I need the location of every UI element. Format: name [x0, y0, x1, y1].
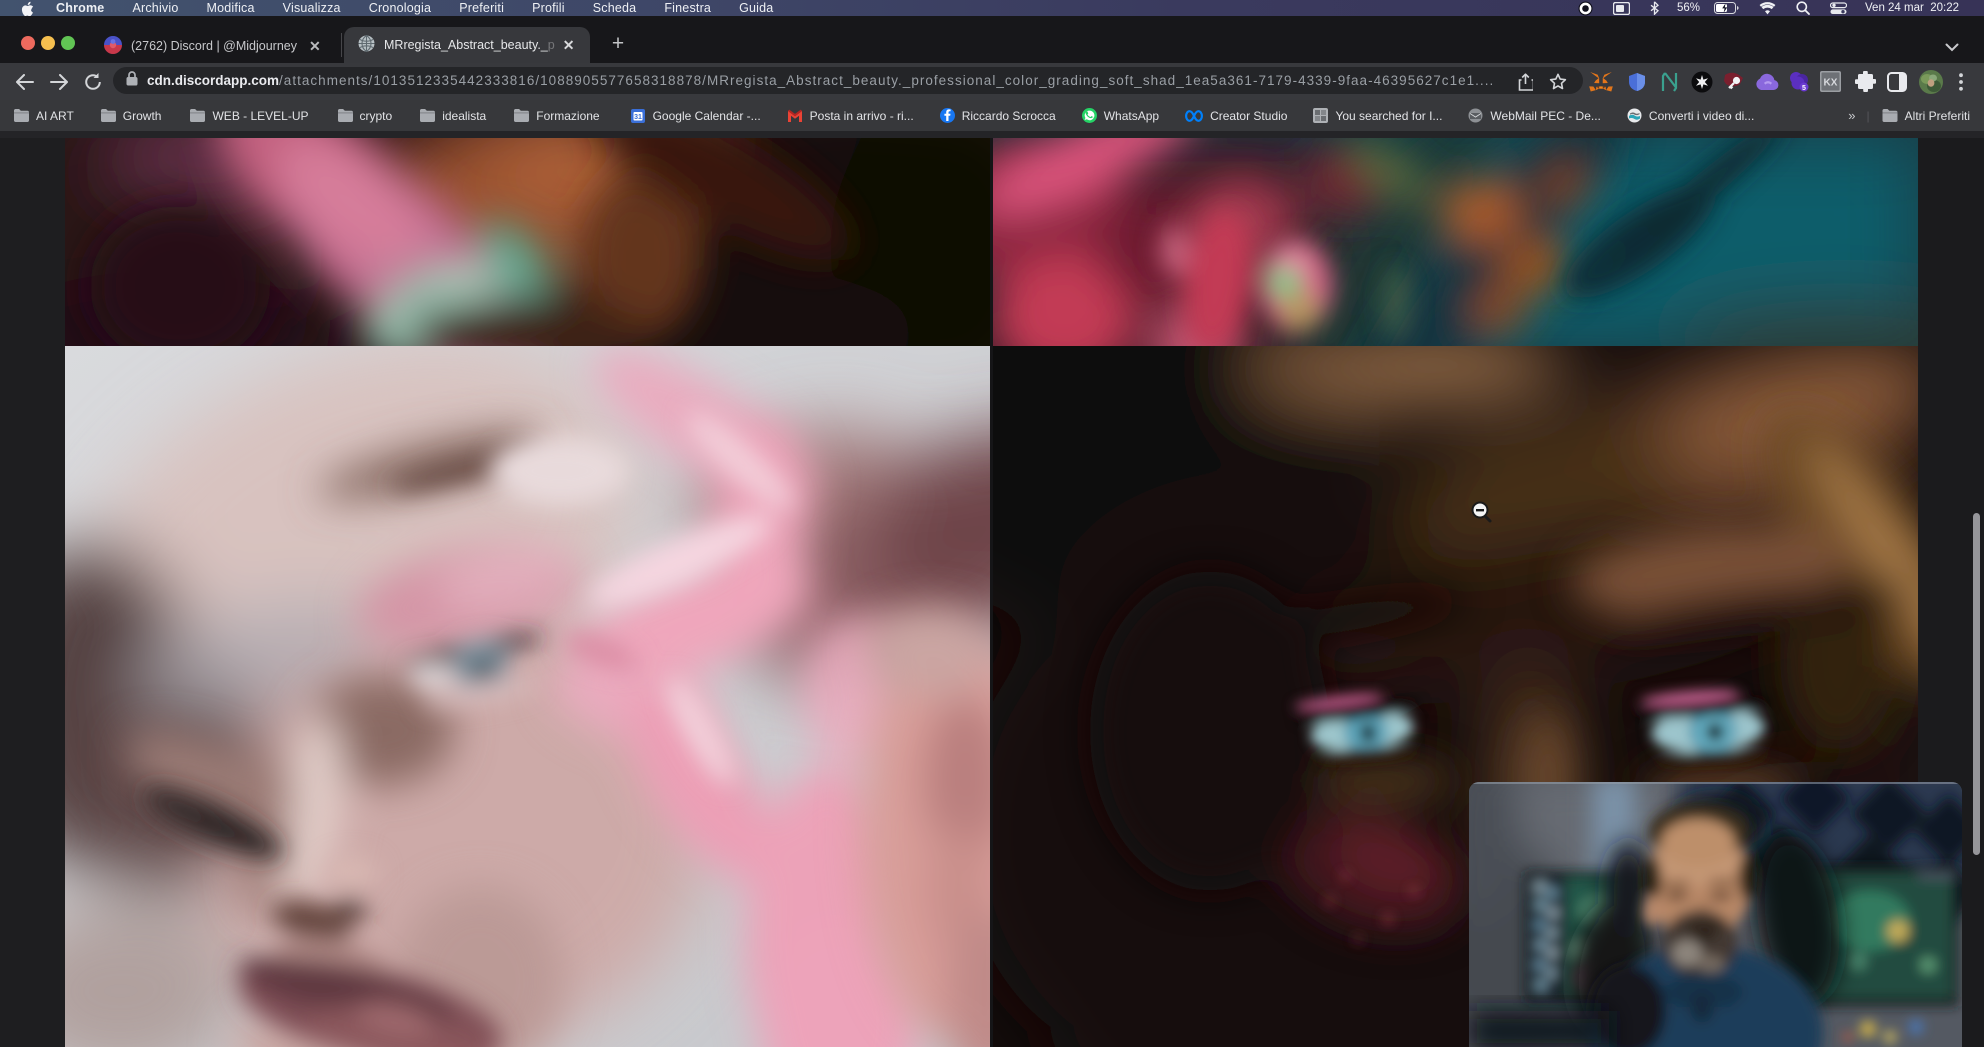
svg-text:31: 31	[634, 114, 642, 121]
svg-text:5: 5	[1802, 85, 1806, 92]
svg-text:KX: KX	[1823, 78, 1837, 89]
